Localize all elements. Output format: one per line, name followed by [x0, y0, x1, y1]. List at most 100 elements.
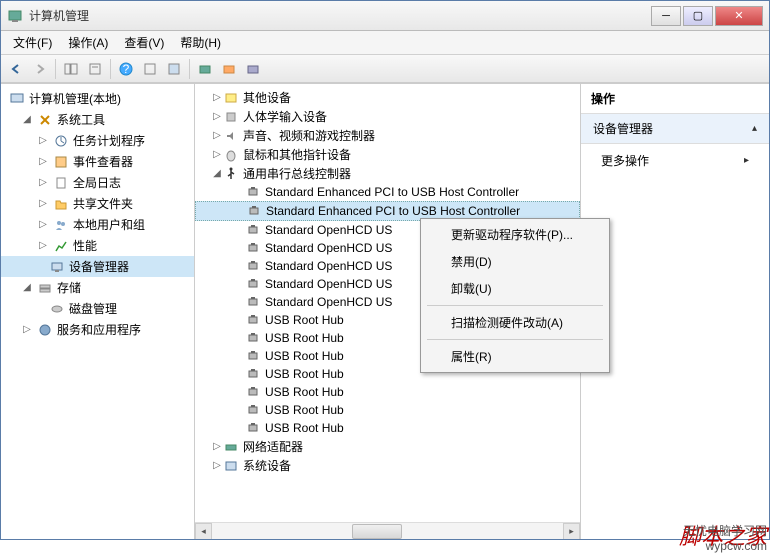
- event-icon: [53, 154, 69, 170]
- tree-storage[interactable]: ◢ 存储: [1, 277, 194, 298]
- device-label: USB Root Hub: [265, 349, 344, 363]
- device-category[interactable]: ▷其他设备: [195, 88, 580, 107]
- tree-device-manager[interactable]: 设备管理器: [1, 256, 194, 277]
- expand-icon[interactable]: ▷: [211, 460, 223, 471]
- context-menu-item[interactable]: 更新驱动程序软件(P)...: [423, 221, 607, 248]
- tree-label: 计算机管理(本地): [29, 90, 121, 107]
- app-icon: [7, 8, 23, 24]
- tree-label: 系统工具: [57, 111, 105, 128]
- usb-controller-icon: [245, 384, 261, 400]
- window-controls: ─ ▢ ✕: [651, 6, 763, 26]
- usb-controller-icon: [245, 276, 261, 292]
- forward-button[interactable]: [29, 58, 51, 80]
- tree-event-viewer[interactable]: ▷ 事件查看器: [1, 151, 194, 172]
- expand-icon[interactable]: ▷: [211, 149, 223, 160]
- context-menu-separator: [427, 339, 603, 340]
- tree-shared-folders[interactable]: ▷ 共享文件夹: [1, 193, 194, 214]
- tree-label: 本地用户和组: [73, 216, 145, 233]
- tree-services[interactable]: ▷ 服务和应用程序: [1, 319, 194, 340]
- menu-action[interactable]: 操作(A): [60, 31, 116, 54]
- context-menu-item[interactable]: 扫描检测硬件改动(A): [423, 309, 607, 336]
- sound-icon: [223, 128, 239, 144]
- menu-view[interactable]: 查看(V): [116, 31, 172, 54]
- device-category[interactable]: ▷人体学输入设备: [195, 107, 580, 126]
- expand-icon[interactable]: ▷: [211, 111, 223, 122]
- context-menu-item[interactable]: 卸载(U): [423, 275, 607, 302]
- titlebar: 计算机管理 ─ ▢ ✕: [1, 1, 769, 31]
- tree-disk-mgmt[interactable]: 磁盘管理: [1, 298, 194, 319]
- usb-device-item[interactable]: Standard Enhanced PCI to USB Host Contro…: [195, 183, 580, 201]
- toolbar-separator: [110, 59, 111, 79]
- show-hide-tree-button[interactable]: [60, 58, 82, 80]
- expand-icon[interactable]: ▷: [211, 130, 223, 141]
- tree-global-logs[interactable]: ▷ 全局日志: [1, 172, 194, 193]
- back-button[interactable]: [5, 58, 27, 80]
- content-area: 计算机管理(本地) ◢ 系统工具 ▷ 任务计划程序 ▷ 事件查看器 ▷ 全局日志: [1, 83, 769, 539]
- device-label: Standard OpenHCD US: [265, 241, 392, 255]
- scan-hardware-button[interactable]: [194, 58, 216, 80]
- expand-icon[interactable]: ▷: [37, 156, 49, 167]
- help-button[interactable]: ?: [115, 58, 137, 80]
- collapse-icon[interactable]: ◢: [21, 114, 33, 125]
- window-title: 计算机管理: [29, 7, 651, 24]
- minimize-button[interactable]: ─: [651, 6, 681, 26]
- tree-performance[interactable]: ▷ 性能: [1, 235, 194, 256]
- toolbar-button[interactable]: [218, 58, 240, 80]
- actions-section[interactable]: 设备管理器 ▴: [581, 114, 769, 144]
- expand-icon[interactable]: ▷: [211, 441, 223, 452]
- usb-controller-icon: [245, 366, 261, 382]
- device-category[interactable]: ▷系统设备: [195, 456, 580, 475]
- submenu-arrow-icon: ▸: [744, 155, 749, 166]
- device-category[interactable]: ▷网络适配器: [195, 437, 580, 456]
- expand-icon[interactable]: ▷: [21, 324, 33, 335]
- actions-section-label: 设备管理器: [593, 120, 653, 137]
- device-category[interactable]: ▷声音、视频和游戏控制器: [195, 126, 580, 145]
- menu-help[interactable]: 帮助(H): [172, 31, 229, 54]
- device-label: USB Root Hub: [265, 313, 344, 327]
- expand-icon[interactable]: ▷: [37, 177, 49, 188]
- tree-task-scheduler[interactable]: ▷ 任务计划程序: [1, 130, 194, 151]
- actions-header: 操作: [581, 84, 769, 114]
- toolbar-button[interactable]: [139, 58, 161, 80]
- tree-root[interactable]: 计算机管理(本地): [1, 88, 194, 109]
- expand-icon[interactable]: ▷: [37, 198, 49, 209]
- toolbar-button[interactable]: [163, 58, 185, 80]
- scroll-left-button[interactable]: ◂: [195, 523, 212, 540]
- more-actions[interactable]: 更多操作 ▸: [581, 144, 769, 177]
- toolbar-button[interactable]: [242, 58, 264, 80]
- usb-controller-icon: [245, 258, 261, 274]
- toolbar-separator: [189, 59, 190, 79]
- collapse-icon[interactable]: ◢: [211, 168, 223, 179]
- context-menu-item[interactable]: 禁用(D): [423, 248, 607, 275]
- tree-system-tools[interactable]: ◢ 系统工具: [1, 109, 194, 130]
- tree-local-users[interactable]: ▷ 本地用户和组: [1, 214, 194, 235]
- context-menu-item[interactable]: 属性(R): [423, 343, 607, 370]
- device-category-usb[interactable]: ◢ 通用串行总线控制器: [195, 164, 580, 183]
- device-label: 通用串行总线控制器: [243, 165, 351, 182]
- device-category[interactable]: ▷鼠标和其他指针设备: [195, 145, 580, 164]
- collapse-icon[interactable]: ◢: [21, 282, 33, 293]
- maximize-button[interactable]: ▢: [683, 6, 713, 26]
- services-icon: [37, 322, 53, 338]
- usb-controller-icon: [245, 294, 261, 310]
- expand-icon[interactable]: ▷: [37, 135, 49, 146]
- expand-icon[interactable]: ▷: [37, 219, 49, 230]
- left-tree-pane[interactable]: 计算机管理(本地) ◢ 系统工具 ▷ 任务计划程序 ▷ 事件查看器 ▷ 全局日志: [1, 84, 195, 539]
- menu-file[interactable]: 文件(F): [5, 31, 60, 54]
- scroll-right-button[interactable]: ▸: [563, 523, 580, 540]
- menubar: 文件(F) 操作(A) 查看(V) 帮助(H): [1, 31, 769, 55]
- close-button[interactable]: ✕: [715, 6, 763, 26]
- usb-controller-icon: [245, 222, 261, 238]
- tree-label: 共享文件夹: [73, 195, 133, 212]
- properties-button[interactable]: [84, 58, 106, 80]
- scroll-thumb[interactable]: [352, 524, 402, 539]
- expand-icon[interactable]: ▷: [37, 240, 49, 251]
- mouse-icon: [223, 147, 239, 163]
- scroll-track[interactable]: [212, 523, 563, 540]
- log-icon: [53, 175, 69, 191]
- horizontal-scrollbar[interactable]: ◂ ▸: [195, 522, 580, 539]
- usb-device-item[interactable]: USB Root Hub: [195, 383, 580, 401]
- usb-device-item[interactable]: USB Root Hub: [195, 419, 580, 437]
- expand-icon[interactable]: ▷: [211, 92, 223, 103]
- usb-device-item[interactable]: USB Root Hub: [195, 401, 580, 419]
